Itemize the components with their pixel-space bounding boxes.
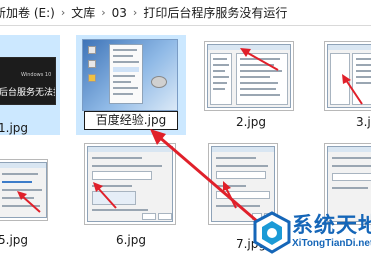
thumb-desktop-icon	[88, 60, 96, 68]
file-name[interactable]: 1.jpg	[0, 121, 38, 135]
file-name[interactable]: 2.jpg	[196, 115, 306, 129]
file-thumbnail	[204, 41, 294, 111]
breadcrumb-separator-icon[interactable]: ›	[58, 6, 68, 19]
file-tile[interactable]: 2.jpg	[196, 35, 306, 135]
address-bar[interactable]: 新加卷 (E:) › 文库 › 03 › 打印后台程序服务没有运行	[0, 0, 371, 26]
file-thumbnail	[84, 143, 176, 225]
breadcrumb-separator-icon[interactable]: ›	[130, 6, 140, 19]
breadcrumb-folder-03[interactable]: 03	[109, 6, 130, 20]
thumb-context-menu	[109, 44, 143, 104]
logo-emblem-icon	[253, 211, 291, 254]
file-tile[interactable]: Windows 10 后台服务无法打印 1.jpg	[0, 35, 60, 135]
thumb-window	[327, 44, 371, 108]
watermark-logo: 系统天地 XiTongTianDi.net	[250, 207, 371, 259]
watermark-url: XiTongTianDi.net	[292, 238, 371, 249]
thumb-window	[0, 162, 47, 218]
thumb-window	[87, 146, 173, 222]
file-tile[interactable]: 6.jpg	[76, 139, 186, 249]
thumb-brand-text: Windows 10	[21, 72, 52, 78]
thumb-desktop-icon	[88, 74, 96, 82]
file-name[interactable]: 3.jpg	[336, 115, 371, 129]
file-name[interactable]: 5.jpg	[0, 233, 38, 247]
breadcrumb-current-folder[interactable]: 打印后台程序服务没有运行	[140, 4, 290, 21]
breadcrumb-folder-wenku[interactable]: 文库	[68, 4, 98, 21]
file-thumbnail	[82, 39, 178, 111]
watermark-title: 系统天地	[292, 213, 371, 237]
thumb-desktop-icon	[151, 76, 167, 88]
file-thumbnail	[0, 159, 48, 221]
rename-input[interactable]: 百度经验.jpg	[84, 111, 178, 130]
thumb-caption-text: 后台服务无法打印	[0, 88, 55, 98]
file-tile[interactable]: 5.jpg	[0, 139, 60, 249]
thumb-desktop-icon	[88, 46, 96, 54]
thumb-window	[207, 44, 291, 108]
breadcrumb-separator-icon[interactable]: ›	[98, 6, 108, 19]
file-thumbnail	[324, 41, 371, 111]
file-name[interactable]: 6.jpg	[76, 233, 186, 247]
file-tile[interactable]: 3.jpg	[316, 35, 371, 135]
file-thumbnail: Windows 10 后台服务无法打印	[0, 57, 56, 105]
breadcrumb-drive[interactable]: 新加卷 (E:)	[0, 4, 58, 21]
